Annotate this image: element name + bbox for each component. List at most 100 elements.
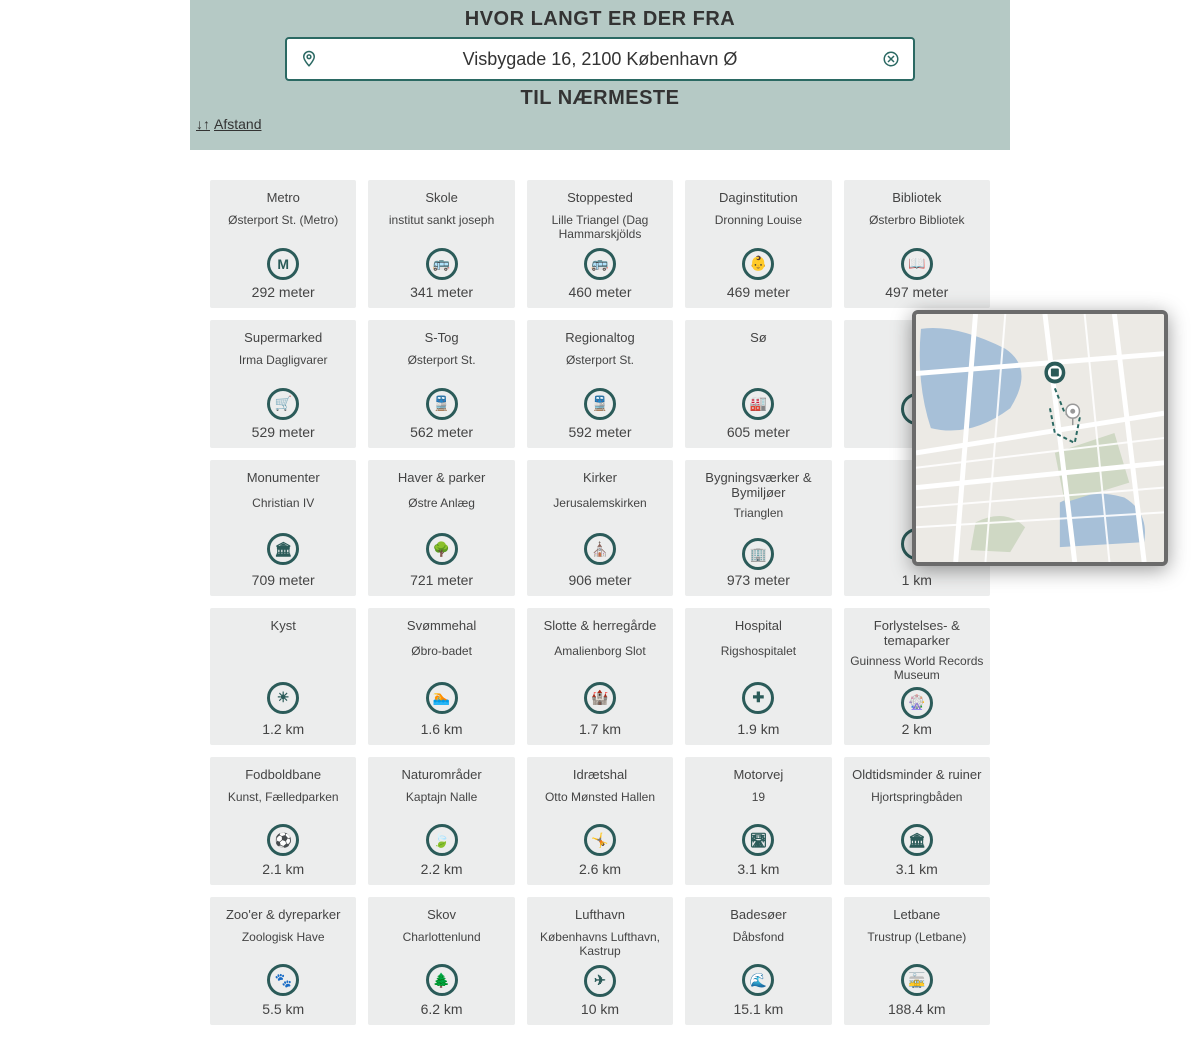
map-popup[interactable] [912, 310, 1168, 566]
card-distance: 10 km [581, 1001, 619, 1017]
result-card[interactable]: NaturområderKaptajn Nalle🍃2.2 km [368, 757, 514, 885]
result-card[interactable]: Slotte & herregårdeAmalienborg Slot🏰1.7 … [527, 608, 673, 745]
result-card[interactable]: Sø🏭605 meter [685, 320, 831, 448]
card-place-name: Kaptajn Nalle [406, 790, 477, 818]
clear-input-icon[interactable] [881, 49, 901, 69]
card-place-name: Østerport St. [566, 353, 634, 381]
card-place-name: Otto Mønsted Hallen [545, 790, 655, 818]
card-place-name: Kunst, Fælledparken [228, 790, 339, 818]
card-category-icon: 🚆 [584, 388, 616, 420]
card-place-name: Øbro-badet [411, 644, 472, 672]
card-distance: 562 meter [410, 424, 473, 440]
card-category: Skov [427, 907, 456, 922]
card-category: Skole [425, 190, 458, 205]
result-card[interactable]: MetroØsterport St. (Metro)M292 meter [210, 180, 356, 308]
result-card[interactable]: LetbaneTrustrup (Letbane)🚋188.4 km [844, 897, 990, 1025]
card-category: Kyst [271, 618, 296, 633]
card-distance: 6.2 km [421, 1001, 463, 1017]
card-distance: 3.1 km [896, 861, 938, 877]
card-category-icon: ✚ [742, 682, 774, 714]
sort-label: Afstand [214, 116, 261, 132]
result-card[interactable]: BadesøerDåbsfond🌊15.1 km [685, 897, 831, 1025]
result-card[interactable]: Haver & parkerØstre Anlæg🌳721 meter [368, 460, 514, 596]
card-place-name: Irma Dagligvarer [239, 353, 328, 381]
card-distance: 469 meter [727, 284, 790, 300]
map-pin-icon [299, 49, 319, 69]
search-row [210, 37, 990, 81]
result-card[interactable]: Forlystelses- & temaparkerGuinness World… [844, 608, 990, 745]
result-card[interactable]: Zoo'er & dyreparkerZoologisk Have🐾5.5 km [210, 897, 356, 1025]
card-category-icon: 🎡 [901, 687, 933, 719]
card-category-icon: 🛒 [267, 388, 299, 420]
card-category: Supermarked [244, 330, 322, 345]
main-column: HVOR LANGT ER DER FRA [190, 0, 1010, 1045]
card-category: Motorvej [733, 767, 783, 782]
result-card[interactable]: KirkerJerusalemskirken⛪906 meter [527, 460, 673, 596]
result-card[interactable]: MonumenterChristian IV🏛709 meter [210, 460, 356, 596]
card-category: Daginstitution [719, 190, 798, 205]
result-card[interactable]: Skoleinstitut sankt joseph🚌341 meter [368, 180, 514, 308]
card-category: Haver & parker [398, 470, 485, 485]
results-grid: MetroØsterport St. (Metro)M292 meter Skol… [190, 150, 1010, 1045]
card-category: Metro [267, 190, 300, 205]
result-card[interactable]: SvømmehalØbro-badet🏊1.6 km [368, 608, 514, 745]
card-category: Kirker [583, 470, 617, 485]
card-category-icon: 🌲 [426, 964, 458, 996]
card-category-icon: 🚌 [426, 248, 458, 280]
card-place-name: Dåbsfond [733, 930, 784, 958]
page-container: HVOR LANGT ER DER FRA [0, 0, 1200, 1045]
card-distance: 973 meter [727, 572, 790, 588]
result-card[interactable]: BibliotekØsterbro Bibliotek📖497 meter [844, 180, 990, 308]
card-category-icon: 🍃 [426, 824, 458, 856]
card-place-name: Københavns Lufthavn, Kastrup [533, 930, 667, 959]
card-category-icon: 🏰 [584, 682, 616, 714]
card-distance: 497 meter [885, 284, 948, 300]
result-card[interactable]: Skov Charlottenlund 🌲 6.2 km [368, 897, 514, 1025]
card-category-icon: 🚌 [584, 248, 616, 280]
result-card[interactable]: Bygningsværker & BymiljøerTrianglen🏢973 … [685, 460, 831, 596]
card-place-name: Hjortspringbåden [871, 790, 962, 818]
left-gutter [10, 0, 190, 1045]
result-card[interactable]: S-TogØsterport St.🚆562 meter [368, 320, 514, 448]
card-place-name: Trianglen [734, 506, 784, 534]
sort-by-distance-link[interactable]: ↓↑ Afstand [196, 116, 261, 132]
result-card[interactable]: LufthavnKøbenhavns Lufthavn, Kastrup✈10 … [527, 897, 673, 1025]
map-canvas[interactable] [916, 314, 1164, 562]
card-category: Hospital [735, 618, 782, 633]
result-card[interactable]: Motorvej19🛣3.1 km [685, 757, 831, 885]
search-box[interactable] [285, 37, 915, 81]
result-card[interactable]: Kyst☀1.2 km [210, 608, 356, 745]
card-place-name: Christian IV [252, 496, 314, 524]
card-category-icon: 🏊 [426, 682, 458, 714]
card-category: Bibliotek [892, 190, 941, 205]
card-place-name: Dronning Louise [715, 213, 802, 241]
card-distance: 15.1 km [733, 1001, 783, 1017]
card-distance: 2.1 km [262, 861, 304, 877]
result-card[interactable]: RegionaltogØsterport St.🚆592 meter [527, 320, 673, 448]
card-distance: 341 meter [410, 284, 473, 300]
card-distance: 721 meter [410, 572, 473, 588]
card-category-icon: 🛣 [742, 824, 774, 856]
result-card[interactable]: StoppestedLille Triangel (Dag Hammarskjö… [527, 180, 673, 308]
card-distance: 906 meter [568, 572, 631, 588]
card-place-name: Zoologisk Have [242, 930, 325, 958]
address-input[interactable] [319, 49, 881, 70]
result-card[interactable]: FodboldbaneKunst, Fælledparken⚽2.1 km [210, 757, 356, 885]
result-card[interactable]: DaginstitutionDronning Louise👶469 meter [685, 180, 831, 308]
result-card[interactable]: IdrætshalOtto Mønsted Hallen🤸2.6 km [527, 757, 673, 885]
result-card[interactable]: HospitalRigshospitalet✚1.9 km [685, 608, 831, 745]
header-subtitle: TIL NÆRMESTE [190, 87, 1010, 110]
result-card[interactable]: Oldtidsminder & ruinerHjortspringbåden🏛3… [844, 757, 990, 885]
card-place-name: Charlottenlund [403, 930, 481, 958]
result-card[interactable]: SupermarkedIrma Dagligvarer🛒529 meter [210, 320, 356, 448]
card-category: Forlystelses- & temaparker [850, 618, 984, 648]
card-distance: 605 meter [727, 424, 790, 440]
card-category-icon: ☀ [267, 682, 299, 714]
card-category-icon: 🌳 [426, 533, 458, 565]
card-place-name: 19 [752, 790, 765, 818]
card-category: Idrætshal [573, 767, 627, 782]
card-category: Letbane [893, 907, 940, 922]
card-category-icon: 🚋 [901, 964, 933, 996]
card-distance: 1.6 km [421, 721, 463, 737]
card-place-name: Østerport St. [408, 353, 476, 381]
